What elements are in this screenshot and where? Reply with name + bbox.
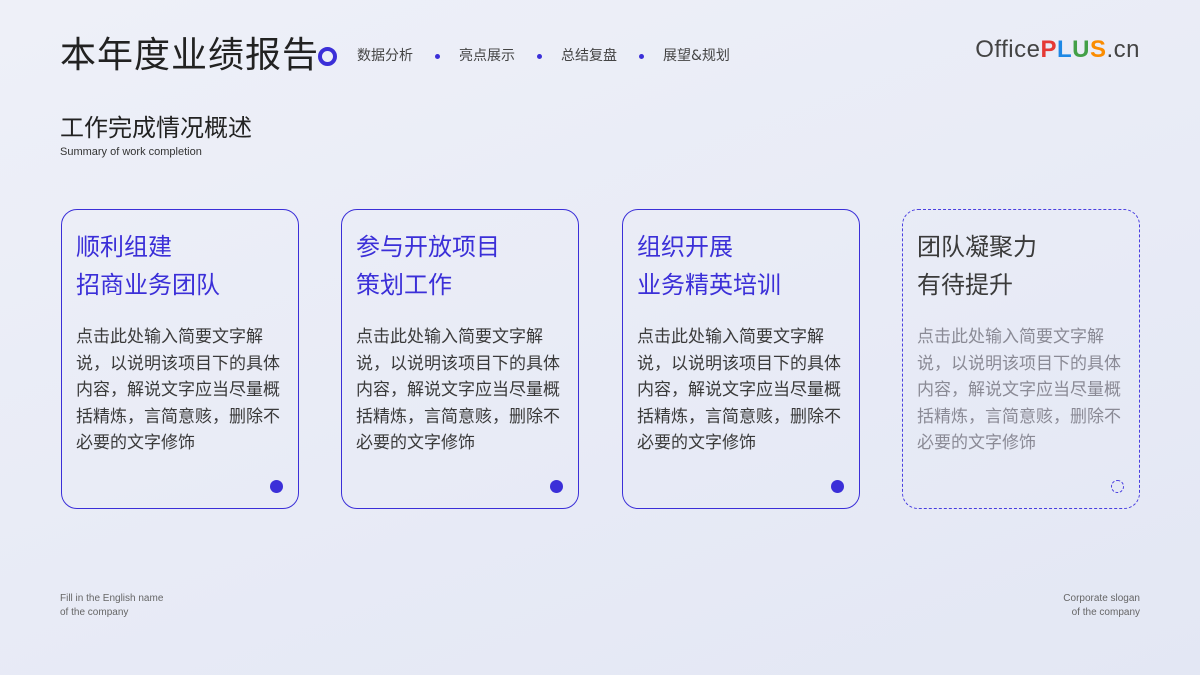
- logo-letter-s: S: [1089, 36, 1107, 63]
- card-elite-training[interactable]: 组织开展 业务精英培训 点击此处输入简要文字解说，以说明该项目下的具体内容，解说…: [622, 209, 860, 509]
- card-title-line-1: 顺利组建: [76, 233, 172, 261]
- logo-letter-p: P: [1040, 36, 1057, 63]
- card-title-line-2: 业务精英培训: [637, 271, 781, 299]
- card-title-line-1: 组织开展: [637, 233, 733, 261]
- nav-item-outlook[interactable]: 展望&规划: [663, 44, 730, 68]
- card-title-line-2: 有待提升: [917, 271, 1013, 299]
- nav-separator-dot-icon: [537, 53, 542, 59]
- officeplus-logo: OfficePLUS.cn: [975, 34, 1140, 66]
- footer-left-line-2: of the company: [60, 607, 129, 618]
- card-body[interactable]: 点击此处输入简要文字解说，以说明该项目下的具体内容，解说文字应当尽量概括精炼，言…: [637, 324, 851, 457]
- card-dashed-circle-icon: [1111, 480, 1124, 493]
- card-team-cohesion[interactable]: 团队凝聚力 有待提升 点击此处输入简要文字解说，以说明该项目下的具体内容，解说文…: [902, 209, 1140, 509]
- logo-domain: .cn: [1106, 36, 1140, 63]
- section-title: 工作完成情况概述: [60, 114, 252, 142]
- card-title: 团队凝聚力 有待提升: [917, 228, 1129, 304]
- section-subtitle: Summary of work completion: [60, 146, 202, 158]
- card-body[interactable]: 点击此处输入简要文字解说，以说明该项目下的具体内容，解说文字应当尽量概括精炼，言…: [356, 324, 570, 457]
- card-title-line-1: 参与开放项目: [356, 233, 500, 261]
- card-title: 参与开放项目 策划工作: [356, 228, 568, 304]
- card-title-line-1: 团队凝聚力: [917, 233, 1037, 261]
- card-body[interactable]: 点击此处输入简要文字解说，以说明该项目下的具体内容，解说文字应当尽量概括精炼，言…: [917, 324, 1131, 457]
- footer-left-line-1: Fill in the English name: [60, 593, 164, 604]
- section-nav: 数据分析 亮点展示 总结复盘 展望&规划: [318, 44, 730, 68]
- logo-letter-u: U: [1072, 36, 1090, 63]
- slide-title: 本年度业绩报告: [60, 35, 320, 76]
- nav-item-review[interactable]: 总结复盘: [561, 44, 617, 68]
- card-title-line-2: 招商业务团队: [76, 271, 220, 299]
- nav-separator-dot-icon: [639, 53, 644, 59]
- nav-item-highlights[interactable]: 亮点展示: [459, 44, 515, 68]
- nav-active-ring-icon: [318, 46, 337, 66]
- logo-office: Office: [975, 36, 1041, 63]
- card-title-line-2: 策划工作: [356, 271, 452, 299]
- card-title: 组织开展 业务精英培训: [637, 228, 849, 304]
- nav-separator-dot-icon: [435, 53, 440, 59]
- logo-letter-l: L: [1056, 36, 1073, 63]
- card-dot-icon: [831, 480, 844, 493]
- card-title: 顺利组建 招商业务团队: [76, 228, 288, 304]
- nav-item-data-analysis[interactable]: 数据分析: [357, 44, 413, 68]
- card-dot-icon: [270, 480, 283, 493]
- card-dot-icon: [550, 480, 563, 493]
- card-body[interactable]: 点击此处输入简要文字解说，以说明该项目下的具体内容，解说文字应当尽量概括精炼，言…: [76, 324, 290, 457]
- card-project-planning[interactable]: 参与开放项目 策划工作 点击此处输入简要文字解说，以说明该项目下的具体内容，解说…: [341, 209, 579, 509]
- card-team-building[interactable]: 顺利组建 招商业务团队 点击此处输入简要文字解说，以说明该项目下的具体内容，解说…: [61, 209, 299, 509]
- footer-right-line-2: of the company: [1071, 607, 1140, 618]
- footer-company-name[interactable]: Fill in the English name of the company: [60, 592, 163, 620]
- footer-right-line-1: Corporate slogan: [1063, 593, 1140, 604]
- footer-slogan[interactable]: Corporate slogan of the company: [1063, 592, 1140, 620]
